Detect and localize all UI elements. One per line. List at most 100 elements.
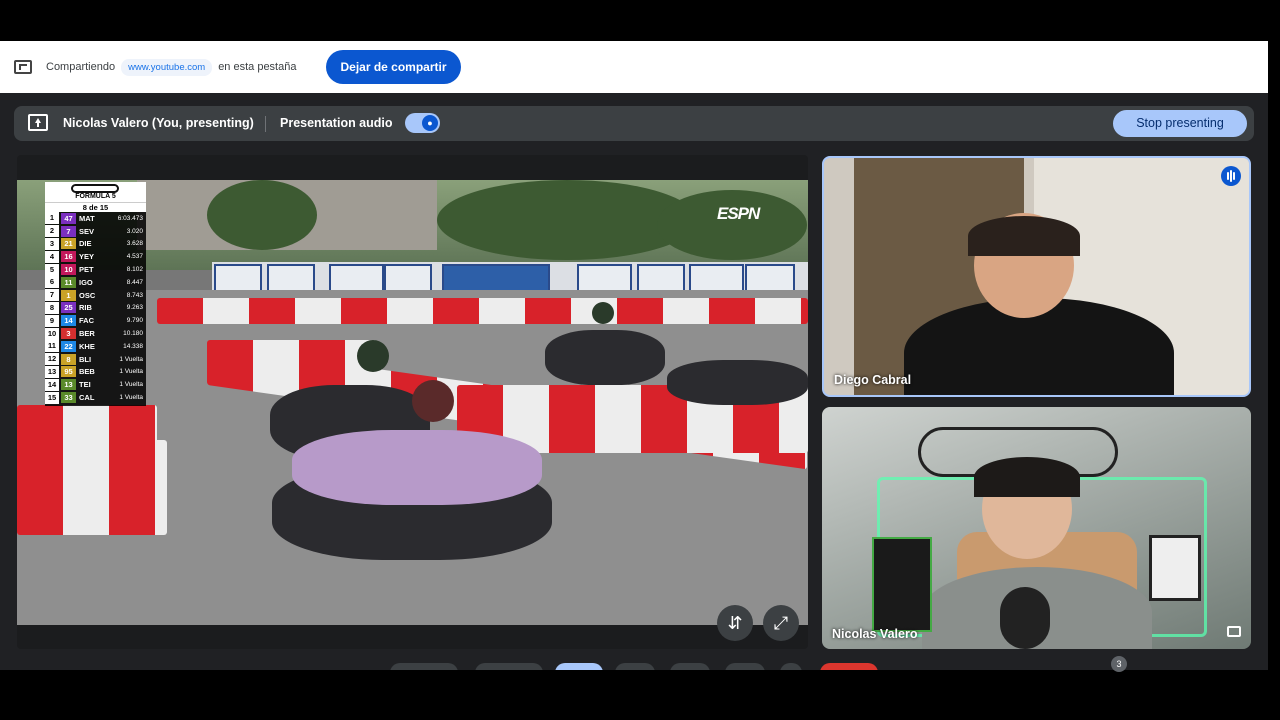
divider [265,116,266,132]
standings-row: 9 14 FAC 9.790 [45,314,146,327]
driver-gap: 3.020 [126,227,143,235]
sharing-prefix: Compartiendo [46,61,116,73]
mic-button[interactable] [390,663,458,670]
round-indicator: 8 de 15 [45,202,146,212]
stop-sharing-button[interactable]: Dejar de compartir [326,50,461,84]
standings-row: 12 8 BLI 1 Vuelta [45,353,146,366]
participant-tile-nicolas-valero[interactable]: Nicolas Valero [822,407,1251,649]
driver-number: 8 [61,353,76,365]
driver-number: 14 [61,315,76,327]
standings-row: 13 95 BEB 1 Vuelta [45,365,146,379]
raise-hand-button[interactable] [725,663,765,670]
standings-position: 6 [45,276,59,289]
driver-code: PET [79,265,94,275]
standings-position: 1 [45,212,59,225]
presentation-audio-label: Presentation audio [280,116,393,130]
standings-position: 13 [45,365,59,378]
driver-gap: 1 Vuelta [119,368,143,376]
speaker-icon: ● [422,115,438,131]
tab-sharing-bar: Compartiendo www.youtube.com en esta pes… [0,41,1268,93]
standings-row: 10 3 BER 10.180 [45,327,146,340]
picture-in-picture-icon[interactable] [1227,626,1241,637]
swap-vertical-icon[interactable]: ⇵ [717,605,753,641]
series-name: FÓRMULA 5 [75,193,116,200]
driver-gap: 1 Vuelta [119,394,143,402]
standings-row: 5 10 PET 8.102 [45,263,146,276]
driver-gap: 9.263 [126,304,143,312]
leave-call-button[interactable] [820,663,878,670]
driver-number: 47 [61,212,76,224]
standings-row: 1 47 MAT 6:03.473 [45,212,146,225]
driver-number: 33 [61,392,76,404]
standings-row: 3 21 DIE 3.628 [45,237,146,251]
driver-gap: 6:03.473 [117,214,143,222]
driver-gap: 1 Vuelta [119,355,143,363]
series-header: FÓRMULA 5 [45,182,146,202]
standings-row: 14 13 TEI 1 Vuelta [45,378,146,391]
driver-code: SEV [79,226,95,236]
present-screen-icon [28,114,48,131]
driver-gap: 1 Vuelta [119,381,143,389]
standings-position: 5 [45,263,59,276]
stop-presenting-button[interactable]: Stop presenting [1113,110,1247,137]
driver-code: MAT [79,213,95,223]
meet-call-area: Nicolas Valero (You, presenting) Present… [0,93,1268,672]
driver-code: FAC [79,316,94,326]
driver-code: CAL [79,393,95,403]
presentation-audio-toggle[interactable]: ● [405,113,440,133]
race-standings-overlay: FÓRMULA 5 8 de 15 1 47 MAT 6:03.473 2 7 SEV 3.0… [45,182,146,406]
standings-position: 15 [45,391,59,404]
driver-gap: 8.743 [126,291,143,299]
presenter-name: Nicolas Valero (You, presenting) [63,116,254,130]
standings-row: 11 22 KHE 14.338 [45,340,146,353]
driver-code: RIB [79,303,92,313]
standings-row: 8 25 RIB 9.263 [45,301,146,315]
driver-gap: 14.338 [123,342,143,350]
driver-number: 22 [61,340,76,352]
participant-name: Diego Cabral [834,373,912,387]
fullscreen-icon[interactable]: ⤢ [763,605,799,641]
standings-position: 4 [45,250,59,263]
present-button[interactable] [555,663,603,670]
standings-row: 6 11 IGO 8.447 [45,276,146,289]
driver-gap: 9.790 [126,317,143,325]
driver-code: IGO [79,277,93,287]
letterbox-top [0,0,1280,41]
standings-position: 8 [45,301,59,314]
sharing-suffix: en esta pestaña [218,61,297,73]
shared-url-chip: www.youtube.com [121,58,213,76]
driver-code: YEY [79,252,95,262]
standings-position: 7 [45,289,59,302]
driver-number: 7 [61,225,76,237]
captions-button[interactable] [670,663,710,670]
standings-rows: 1 47 MAT 6:03.473 2 7 SEV 3.020 3 21 DIE 3.628 4 16 YE… [45,212,146,404]
driver-gap: 4.537 [126,253,143,261]
driver-number: 21 [61,238,76,250]
driver-code: BEB [79,367,95,377]
reactions-button[interactable] [615,663,655,670]
more-options-button[interactable] [780,663,802,670]
driver-code: TEI [79,380,91,390]
letterbox-right [1268,41,1280,670]
standings-position: 14 [45,378,59,391]
camera-button[interactable] [475,663,543,670]
driver-number: 10 [61,264,76,276]
driver-number: 25 [61,302,76,314]
standings-row: 15 33 CAL 1 Vuelta [45,391,146,404]
espn-logo: ESPN [717,204,760,223]
people-count-badge: 3 [1111,656,1127,672]
microphone [1000,587,1050,649]
standings-row: 7 1 OSC 8.743 [45,289,146,302]
participant-tile-diego-cabral[interactable]: Diego Cabral [822,156,1251,397]
standings-position: 10 [45,327,59,340]
standings-position: 11 [45,340,59,353]
driver-number: 13 [61,379,76,391]
screen-share-icon [14,60,32,74]
standings-position: 3 [45,237,59,250]
driver-number: 3 [61,328,76,340]
standings-position: 12 [45,353,59,366]
driver-number: 11 [61,276,76,288]
call-controls [380,659,900,670]
driver-code: KHE [79,341,95,351]
standings-position: 9 [45,314,59,327]
